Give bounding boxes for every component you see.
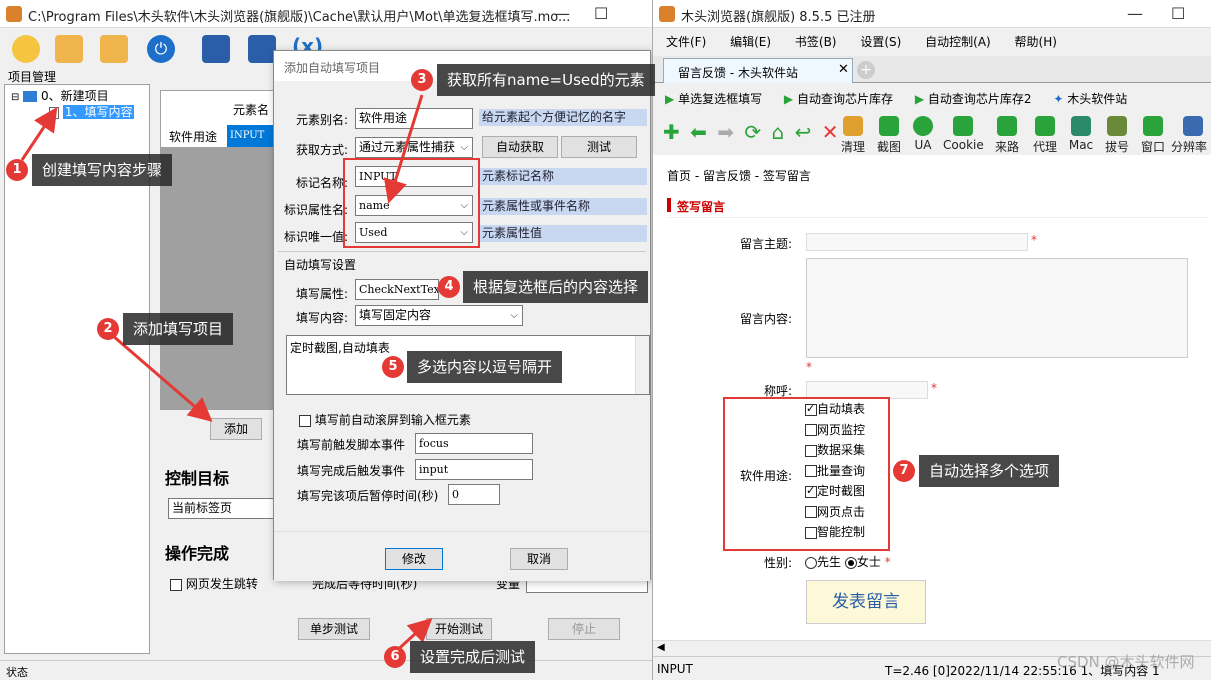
callout-5: 多选内容以逗号隔开 [407, 351, 563, 383]
step-number-2: 2 [97, 318, 119, 340]
arrow-2 [111, 333, 213, 422]
step-number-4: 4 [438, 276, 460, 298]
step-number-5: 5 [382, 356, 404, 378]
step-number-6: 6 [384, 646, 406, 668]
callout-7: 自动选择多个选项 [919, 455, 1060, 487]
callout-6: 设置完成后测试 [410, 641, 536, 673]
callout-1: 创建填写内容步骤 [32, 154, 173, 186]
arrow-1 [20, 107, 58, 161]
callout-4: 根据复选框后的内容选择 [463, 271, 649, 303]
arrow-3 [383, 94, 424, 204]
callout-3: 获取所有name=Used的元素 [437, 64, 655, 96]
callout-2: 添加填写项目 [123, 313, 234, 345]
step-number-7: 7 [893, 460, 915, 482]
step-number-1: 1 [6, 159, 28, 181]
step-number-3: 3 [411, 69, 433, 91]
